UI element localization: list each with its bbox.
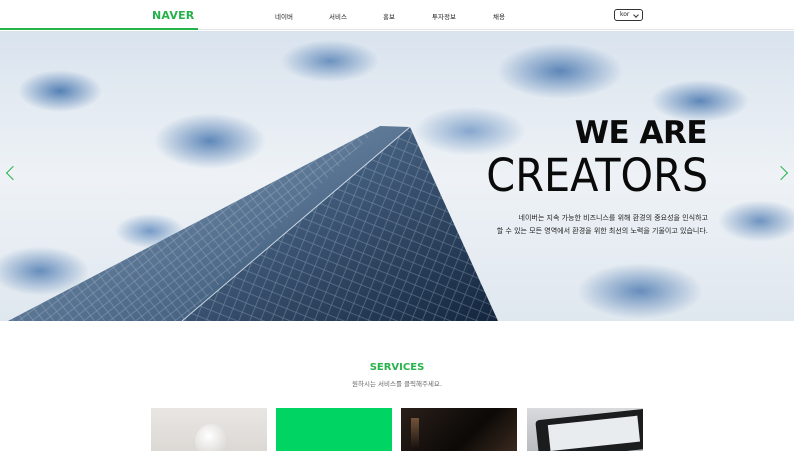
nav-item-pr[interactable]: 홍보: [383, 11, 395, 21]
service-card-4[interactable]: [527, 408, 643, 451]
services-subtitle: 원하시는 서비스를 클릭해주세요.: [352, 380, 442, 388]
chevron-down-icon: [633, 12, 639, 18]
language-select[interactable]: kor: [614, 9, 643, 21]
hero-title-line1: WE ARE: [574, 115, 708, 151]
service-card-image: [195, 424, 229, 451]
service-card-2[interactable]: [276, 408, 392, 451]
service-card-1[interactable]: [151, 408, 267, 451]
hero-description-line1: 네이버는 지속 가능한 비즈니스를 위해 환경의 중요성을 인식하고: [518, 214, 708, 222]
header-active-indicator: [0, 28, 198, 30]
nav-item-investor[interactable]: 투자정보: [432, 11, 456, 21]
service-card-3[interactable]: [401, 408, 517, 451]
nav-item-careers[interactable]: 채용: [493, 11, 505, 21]
hero-description: 네이버는 지속 가능한 비즈니스를 위해 환경의 중요성을 인식하고 할 수 있…: [497, 212, 708, 238]
naver-logo[interactable]: NAVER: [152, 9, 194, 22]
nav-item-services[interactable]: 서비스: [329, 11, 347, 21]
hero-title-line2: CREATORS: [486, 149, 708, 202]
service-card-image: [411, 418, 419, 448]
site-header: NAVER 네이버 서비스 홍보 투자정보 채용 kor: [0, 0, 794, 30]
nav-item-naver[interactable]: 네이버: [275, 11, 293, 21]
services-title: SERVICES: [369, 362, 425, 373]
hero-description-line2: 할 수 있는 모든 영역에서 환경을 위한 최선의 노력을 기울이고 있습니다.: [496, 227, 708, 235]
hero-banner: WE ARE CREATORS 네이버는 지속 가능한 비즈니스를 위해 환경의…: [0, 31, 794, 321]
service-card-image: [535, 408, 643, 451]
language-value: kor: [620, 11, 630, 18]
